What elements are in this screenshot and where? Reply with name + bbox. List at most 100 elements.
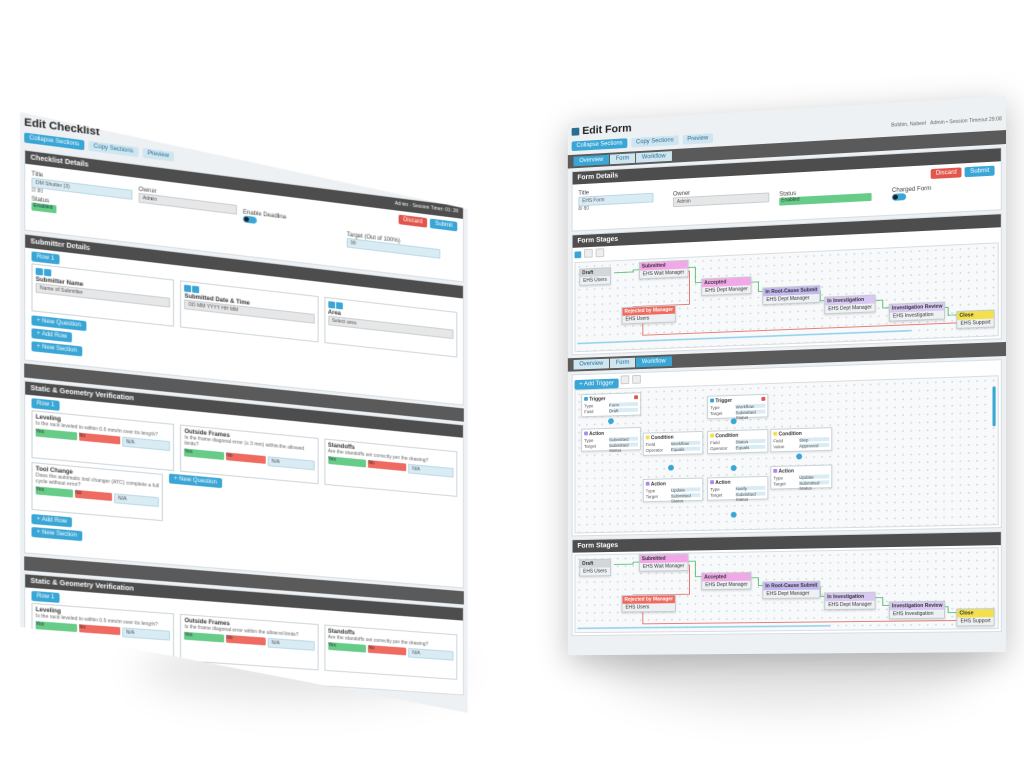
node-value[interactable]: Notify [735, 485, 766, 491]
na-option[interactable]: N/A [122, 437, 170, 451]
row-button[interactable]: Row 1 [31, 251, 59, 264]
workflow-node[interactable]: Action Type Submitted Target Submitted Sta… [581, 426, 641, 453]
discard-button[interactable]: Discard [399, 215, 428, 228]
node-value[interactable]: Submitted [609, 436, 638, 442]
stage-node[interactable]: In Investigation EHS Dept Manager [824, 591, 877, 611]
tab-workflow[interactable]: Workflow [636, 356, 672, 368]
enable-deadline-toggle[interactable] [243, 215, 257, 224]
stage-node[interactable]: In Root-Cause Submit EHS Dept Manager [762, 580, 821, 600]
node-value[interactable]: Update [670, 487, 701, 493]
vertical-scrollbar[interactable] [992, 386, 996, 427]
tab-overview[interactable]: Overview [573, 154, 610, 167]
stage-node[interactable]: Submitted EHS Wait Manager [638, 553, 689, 572]
stage-node[interactable]: Draft EHS Users [579, 267, 611, 286]
add-node-icon[interactable] [608, 418, 614, 425]
add-icon[interactable] [574, 251, 582, 259]
node-value[interactable]: Equals [735, 444, 766, 450]
copy-icon[interactable] [44, 269, 51, 277]
workflow-node[interactable]: Condition Field Step Value Approved [770, 427, 833, 453]
stage-node[interactable]: Submitted EHS Wait Manager [638, 259, 689, 280]
add-row-button[interactable]: + Add Row [31, 328, 72, 342]
no-option[interactable]: No [368, 460, 406, 471]
copy-icon[interactable] [336, 302, 343, 310]
stages-canvas[interactable]: Draft EHS Users Submitted EHS Wait Manag… [574, 547, 999, 634]
na-option[interactable]: N/A [268, 638, 315, 651]
home-icon[interactable] [571, 127, 580, 136]
stage-node[interactable]: Accepted EHS Dept Manager [701, 571, 752, 591]
no-option[interactable]: No [75, 490, 112, 501]
tab-overview[interactable]: Overview [573, 358, 610, 370]
node-value[interactable]: Submitted Status [735, 409, 766, 420]
discard-button[interactable]: Discard [930, 167, 962, 180]
workflow-node[interactable]: Action Type Notify Target Submitted Status [707, 475, 769, 502]
stages-canvas[interactable]: Draft EHS Users Submitted EHS Wait Manag… [574, 242, 999, 353]
yes-option[interactable]: Yes [36, 621, 77, 632]
copy-icon[interactable] [192, 286, 199, 294]
stage-node[interactable]: Accepted EHS Dept Manager [701, 276, 752, 297]
move-icon[interactable] [328, 301, 335, 309]
node-value[interactable]: Workflow Event [670, 440, 701, 451]
status-badge[interactable]: Enabled [31, 202, 56, 213]
tab-form[interactable]: Form [610, 153, 636, 165]
yes-option[interactable]: Yes [328, 642, 366, 652]
yes-option[interactable]: Yes [36, 428, 77, 440]
node-value[interactable]: Submitted Status [609, 442, 638, 453]
charged-form-toggle[interactable] [891, 193, 907, 201]
add-row-button[interactable]: + Add Row [31, 514, 72, 527]
workflow-node[interactable]: Condition Field Workflow Event Operator Eq… [642, 430, 704, 456]
stage-node[interactable]: Investigation Review EHS Investigation [888, 301, 946, 322]
node-value[interactable]: Workflow Event [735, 403, 766, 414]
workflow-node[interactable]: Trigger Type Workflow Event Target Submitt… [707, 393, 769, 420]
node-value[interactable]: Submitted Status [735, 491, 766, 502]
yes-option[interactable]: Yes [184, 448, 224, 460]
new-question-button[interactable]: + New Question [169, 474, 222, 489]
no-option[interactable]: No [226, 635, 265, 646]
node-value[interactable]: Draft [609, 407, 638, 414]
copy-sections-button[interactable]: Copy Sections [631, 135, 679, 148]
node-value[interactable]: Step [799, 437, 830, 443]
stage-node[interactable]: Close EHS Support [956, 309, 995, 329]
no-option[interactable]: No [79, 433, 120, 445]
submit-button[interactable]: Submit [430, 219, 457, 232]
row-button[interactable]: Row 1 [31, 398, 59, 411]
na-option[interactable]: N/A [408, 648, 453, 661]
preview-button[interactable]: Preview [142, 148, 174, 162]
workflow-canvas[interactable]: Trigger Type Form Submission Field Draft T… [574, 375, 999, 534]
add-node-icon[interactable] [730, 418, 737, 425]
stage-node[interactable]: Close EHS Support [956, 608, 995, 627]
workflow-node[interactable]: Condition Field Status Operator Equals [707, 429, 769, 455]
add-node-icon[interactable] [668, 464, 674, 471]
add-node-icon[interactable] [730, 511, 737, 518]
move-icon[interactable] [36, 268, 43, 276]
row-button[interactable]: Row 1 [31, 591, 59, 603]
no-option[interactable]: No [226, 452, 265, 463]
yes-option[interactable]: Yes [36, 486, 73, 497]
yes-option[interactable]: Yes [328, 456, 366, 467]
collapse-sections-button[interactable]: Collapse Sections [571, 138, 628, 152]
zoom-icon[interactable] [620, 375, 630, 385]
add-node-icon[interactable] [796, 453, 803, 460]
na-option[interactable]: N/A [122, 627, 170, 640]
no-option[interactable]: No [368, 645, 406, 655]
fit-icon[interactable] [584, 248, 593, 258]
na-option[interactable]: N/A [268, 456, 315, 470]
yes-option[interactable]: Yes [184, 632, 224, 643]
workflow-node[interactable]: Action Type Update Target Submitted Status [642, 477, 704, 504]
stage-node[interactable]: In Investigation EHS Dept Manager [824, 294, 877, 315]
stage-node[interactable]: Investigation Review EHS Investigation [888, 600, 946, 620]
stage-node[interactable]: Rejected by Manager EHS Users [621, 304, 676, 325]
workflow-node[interactable]: Trigger Type Form Submission Field Draft [581, 392, 641, 418]
stage-node[interactable]: Draft EHS Users [579, 558, 611, 577]
preview-button[interactable]: Preview [682, 133, 714, 145]
move-icon[interactable] [184, 285, 191, 293]
node-value[interactable]: Submitted Status [799, 480, 830, 491]
stage-node[interactable]: In Root-Cause Submit EHS Dept Manager [762, 285, 821, 306]
new-section-button[interactable]: + New Section [31, 341, 82, 356]
na-option[interactable]: N/A [408, 464, 453, 478]
lock-icon[interactable] [631, 374, 641, 384]
node-value[interactable]: Submitted Status [670, 493, 701, 504]
tab-form[interactable]: Form [610, 357, 636, 369]
node-value[interactable]: Approved [799, 442, 830, 449]
stage-node[interactable]: Rejected by Manager EHS Users [621, 594, 676, 613]
node-value[interactable]: Equals [670, 446, 701, 452]
